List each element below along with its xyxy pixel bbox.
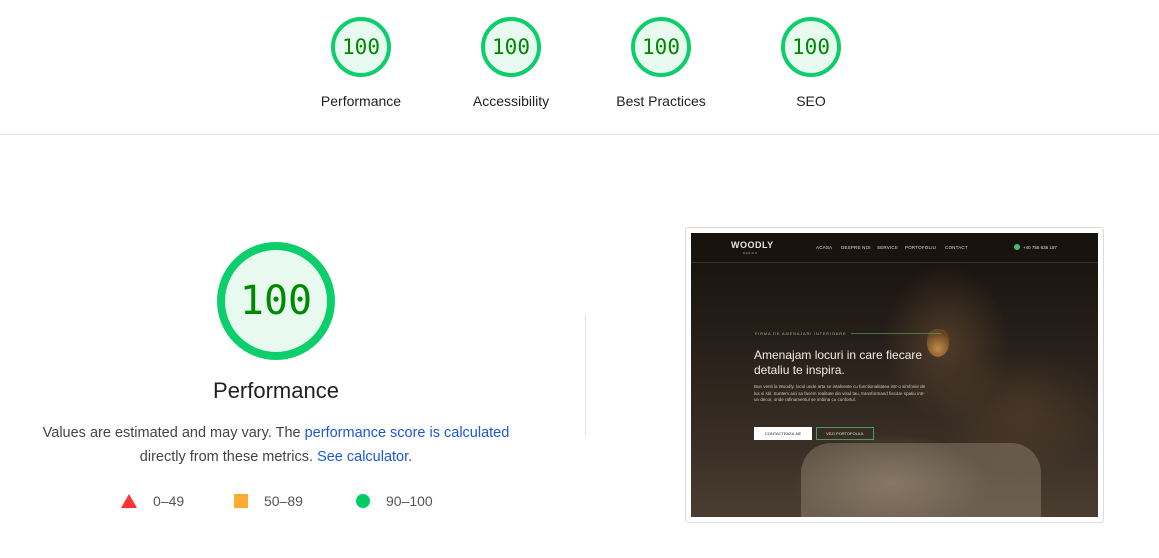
final-screenshot[interactable]: WOODLY DESIGN ACASA DESPRE NOI SERVICII …: [685, 227, 1104, 523]
legend-label: 90–100: [386, 493, 433, 509]
screenshot-logo-sub: DESIGN: [743, 251, 758, 255]
legend-label: 0–49: [153, 493, 185, 509]
page-screenshot-image: WOODLY DESIGN ACASA DESPRE NOI SERVICII …: [691, 233, 1098, 517]
performance-gauge: 100: [215, 240, 337, 362]
eyebrow-line: [851, 333, 941, 334]
phone-icon: [1014, 244, 1020, 250]
legend-pass: 90–100: [356, 493, 433, 509]
screenshot-menu-item: PORTOFOLIU: [905, 245, 937, 250]
bed-graphic: [801, 443, 1041, 517]
score-calculation-link[interactable]: performance score is calculated: [305, 425, 510, 441]
score-ring: 100: [480, 16, 542, 78]
score-value: 100: [492, 35, 530, 59]
legend-label: 50–89: [264, 493, 303, 509]
screenshot-cta-primary: CONTACTEAZA-NE: [754, 427, 812, 440]
legend-average: 50–89: [234, 493, 303, 509]
legend-fail: 0–49: [121, 493, 184, 509]
green-circle-icon: [356, 494, 370, 508]
category-summary: 100 Performance 100 Accessibility 100 Be…: [0, 0, 1159, 135]
section-divider: [585, 315, 586, 435]
score-ring: 100: [780, 16, 842, 78]
score-value: 100: [792, 35, 830, 59]
score-legend: 0–49 50–89 90–100: [118, 493, 478, 515]
gauge-label: Performance: [320, 93, 402, 109]
screenshot-phone: +40 755 636 187: [1023, 245, 1057, 250]
screenshot-menu-item: DESPRE NOI: [841, 245, 871, 250]
screenshot-menu-item: CONTACT: [945, 245, 968, 250]
description-text: .: [408, 449, 413, 465]
description-text: directly from these metrics.: [139, 449, 318, 465]
gauge-performance[interactable]: 100 Performance: [301, 16, 421, 109]
score-ring: 100: [330, 16, 392, 78]
screenshot-eyebrow: FIRMA DE AMENAJARI INTERIOARE: [755, 331, 847, 336]
orange-square-icon: [234, 494, 248, 508]
red-triangle-icon: [121, 494, 137, 508]
screenshot-paragraph: Bun venit la Woodly, locul unde arta se …: [754, 384, 926, 403]
score-value: 100: [342, 35, 380, 59]
screenshot-menu-item: SERVICII: [877, 245, 898, 250]
performance-description: Values are estimated and may vary. The p…: [20, 421, 532, 469]
screenshot-headline: Amenajam locuri in care fiecare detaliu …: [754, 348, 923, 377]
calculator-link[interactable]: See calculator: [317, 449, 408, 465]
gauge-best-practices[interactable]: 100 Best Practices: [601, 16, 721, 109]
gauge-seo[interactable]: 100 SEO: [751, 16, 871, 109]
score-value: 100: [642, 35, 680, 59]
gauge-label: SEO: [796, 93, 826, 109]
performance-title: Performance: [213, 378, 339, 403]
gauge-label: Best Practices: [616, 93, 706, 109]
gauge-label: Accessibility: [472, 93, 550, 109]
screenshot-nav: WOODLY DESIGN ACASA DESPRE NOI SERVICII …: [691, 233, 1098, 263]
screenshot-cta-secondary: VEZI PORTOFOLIUL: [816, 427, 874, 440]
description-text: Values are estimated and may vary. The: [42, 425, 305, 441]
screenshot-menu-item: ACASA: [816, 245, 833, 250]
screenshot-logo: WOODLY: [731, 240, 774, 250]
score-ring: 100: [630, 16, 692, 78]
gauge-accessibility[interactable]: 100 Accessibility: [451, 16, 571, 109]
performance-score: 100: [239, 278, 313, 324]
